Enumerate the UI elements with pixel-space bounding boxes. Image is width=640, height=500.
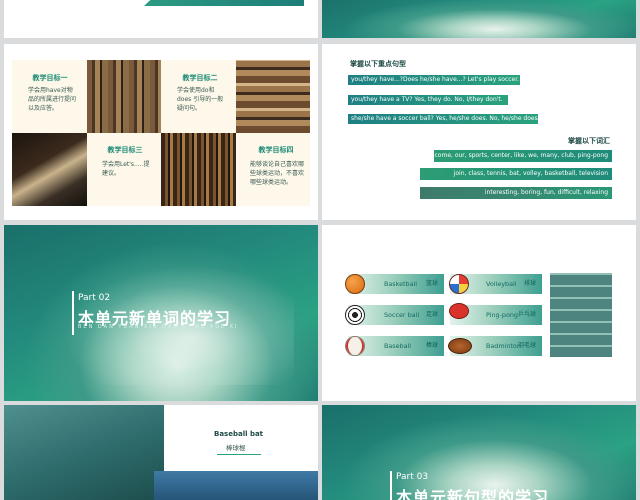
slide-teaching-goals[interactable]: 教学目标一 学会用have对物品的所属进行提问以及应答。 教学目标二 学会使用d…: [4, 44, 318, 220]
goal-title-2: 教学目标二: [182, 74, 218, 82]
goal-title-1: 教学目标一: [32, 74, 68, 82]
title-divider-line: [72, 291, 74, 335]
slide-part03-title[interactable]: Part 03 本单元新句型的学习: [322, 405, 636, 500]
goal-text-4: 能够谈论自己喜欢哪些球类运动，不喜欢哪些球类运动。: [250, 161, 305, 186]
goal-title-3: 教学目标三: [107, 146, 143, 154]
title-divider-line: [390, 471, 392, 500]
part-label: Part 03: [396, 472, 429, 482]
sentence-bar-1: you/they have...?Does he/she have...? Le…: [348, 75, 520, 85]
sport-name: Badminton: [486, 342, 521, 350]
slide-banner-shape: [144, 0, 304, 6]
sport-chinese: 棒球: [425, 342, 438, 349]
sport-chinese: 篮球: [425, 280, 438, 287]
part-label: Part 02: [78, 293, 111, 303]
word-english: Baseball bat: [214, 430, 264, 438]
library-shelf-photo: [550, 273, 612, 357]
sport-name: Baseball: [384, 342, 412, 350]
sport-chinese: 排球: [523, 280, 536, 287]
books-photo-2: [236, 60, 310, 133]
slide-sports-words[interactable]: Basketball 篮球 Volleyball 排球 Soccer ball …: [322, 225, 636, 401]
slide-baseball-bat[interactable]: Baseball bat 棒球棍: [4, 405, 318, 500]
goal-title-4: 教学目标四: [258, 146, 294, 154]
word-underline: [217, 454, 261, 455]
ping-pong-icon: [449, 303, 469, 319]
baseball-icon: [345, 336, 365, 356]
vocab-heading: 掌握以下词汇: [568, 137, 610, 145]
sentence-bar-2: you/they have a TV? Yes, they do. No, I/…: [348, 95, 508, 105]
sentences-heading: 掌握以下重点句型: [350, 60, 406, 68]
basketball-icon: [345, 274, 365, 294]
vocab-bar-2: join, class, tennis, bat, volley, basket…: [420, 168, 612, 180]
vocab-bar-1: come, our, sports, center, like, we, man…: [434, 150, 612, 162]
sport-name: Ping-pong: [486, 311, 518, 319]
sport-chinese: 乒乓球: [517, 311, 536, 318]
sport-name: Volleyball: [486, 280, 517, 288]
section-title: 本单元新句型的学习: [396, 488, 550, 500]
library-photo: [161, 133, 236, 206]
slide-thumbnail-top-right[interactable]: [322, 0, 636, 38]
sport-name: Basketball: [384, 280, 418, 288]
goal-text-2: 学会使用do和does 引导的一般疑问句。: [177, 87, 224, 112]
slide-thumbnail-top-left[interactable]: [4, 0, 318, 38]
chalkboard-photo: [4, 405, 164, 500]
sport-chinese: 羽毛球: [517, 342, 536, 349]
sport-chinese: 足球: [425, 311, 438, 318]
sentence-bar-3: she/she have a soccer ball? Yes, he/she …: [348, 114, 547, 124]
sport-name: Soccer ball: [384, 311, 420, 319]
rugby-ball-icon: [448, 338, 472, 354]
soccer-ball-icon: [345, 305, 365, 325]
slide-key-sentences[interactable]: 掌握以下重点句型 you/they have...?Does he/she ha…: [322, 44, 636, 220]
word-chinese: 棒球棍: [226, 444, 246, 452]
volleyball-icon: [449, 274, 469, 294]
vocab-bar-3: interesting, boring, fun, difficult, rel…: [420, 187, 612, 199]
goal-text-3: 学会用Let's.....提建议。: [102, 161, 150, 177]
slide-part02-title[interactable]: Part 02 本单元新单词的学习 BEN DAN YUAN XIN DAN C…: [4, 225, 318, 401]
reading-photo: [12, 133, 87, 206]
classroom-photo: [154, 471, 318, 500]
books-photo-1: [87, 60, 161, 133]
goal-text-1: 学会用have对物品的所属进行提问以及应答。: [28, 87, 77, 112]
section-pinyin: BEN DAN YUAN XIN DAN CI DE XUE XI: [78, 324, 239, 330]
